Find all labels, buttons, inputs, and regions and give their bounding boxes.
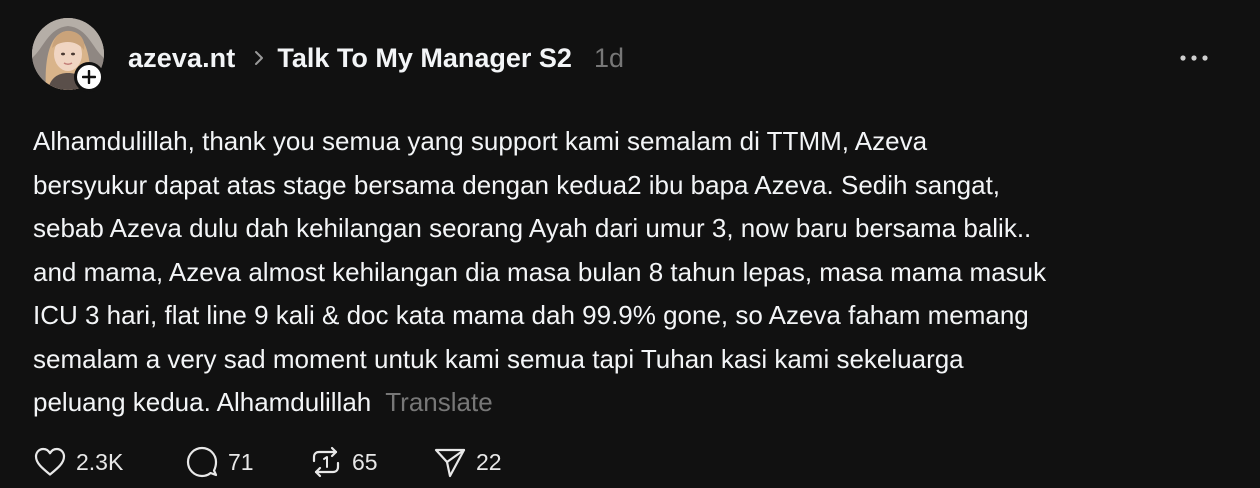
chevron-right-icon xyxy=(253,50,265,66)
like-count: 2.3K xyxy=(76,448,124,475)
author-username[interactable]: azeva.nt xyxy=(128,43,235,74)
post-timestamp[interactable]: 1d xyxy=(594,43,624,74)
repost-count: 65 xyxy=(352,448,378,475)
author-avatar[interactable] xyxy=(32,18,104,92)
post-text-line: sebab Azeva dulu dah kehilangan seorang … xyxy=(33,213,1032,243)
post-text-line: ICU 3 hari, flat line 9 kali & doc kata … xyxy=(33,300,1029,330)
plus-icon xyxy=(82,70,96,84)
translate-link[interactable]: Translate xyxy=(385,387,492,417)
post-actions: 2.3K 71 65 22 xyxy=(32,442,552,482)
post-text-line: semalam a very sad moment untuk kami sem… xyxy=(33,343,964,374)
send-icon xyxy=(432,444,468,480)
community-link[interactable]: Talk To My Manager S2 xyxy=(277,43,572,74)
reply-button[interactable]: 71 xyxy=(184,442,308,482)
post-text-line: bersyukur dapat atas stage bersama denga… xyxy=(33,169,1001,200)
post-text-line: and mama, Azeva almost kehilangan dia ma… xyxy=(33,256,1047,287)
post-text-line: Alhamdulillah, thank you semua yang supp… xyxy=(33,126,928,156)
post-text-last-line: peluang kedua. Alhamdulillah Translate xyxy=(33,381,1233,425)
like-button[interactable]: 2.3K xyxy=(32,442,184,482)
more-options-button[interactable] xyxy=(1178,48,1210,68)
post-body: Alhamdulillah, thank you semua yang supp… xyxy=(33,120,1233,425)
heart-icon xyxy=(32,444,68,480)
share-count: 22 xyxy=(476,448,502,475)
more-icon xyxy=(1180,55,1208,61)
post-header: azeva.nt Talk To My Manager S2 1d xyxy=(128,38,624,78)
post-text-line: peluang kedua. Alhamdulillah xyxy=(33,387,372,417)
repost-icon xyxy=(308,444,344,480)
share-button[interactable]: 22 xyxy=(432,442,552,482)
comment-icon xyxy=(184,444,220,480)
follow-button[interactable] xyxy=(74,62,104,92)
reply-count: 71 xyxy=(228,448,254,475)
repost-button[interactable]: 65 xyxy=(308,442,432,482)
